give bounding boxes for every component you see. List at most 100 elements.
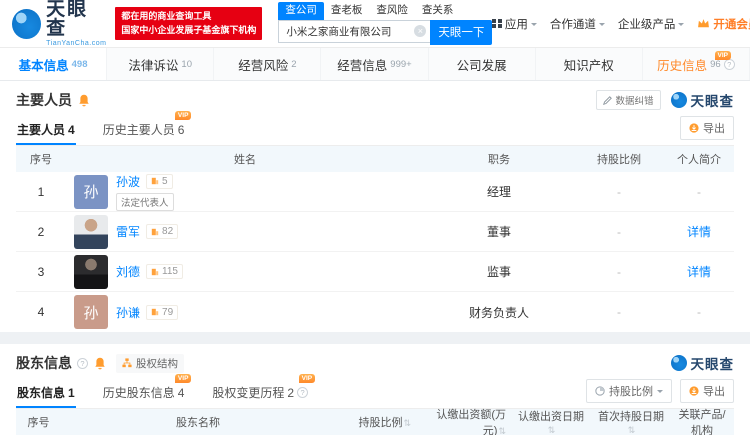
position-value: 监事 [486,265,511,279]
col-share-ratio: 持股比例 [597,154,641,166]
col-share-ratio[interactable]: 持股比例⇅ [335,414,415,430]
profile-detail-link[interactable]: 详情 [664,263,734,280]
sort-icon: ⇅ [547,425,556,435]
help-icon[interactable]: ? [77,357,88,369]
nav-open-vip[interactable]: 开通会员 [697,16,750,32]
nav-apps-label: 应用 [504,18,528,31]
header-nav: 应用 合作通道 企业级产品 开通会员 费米 [492,15,750,32]
col-label: 首次持股日期 [598,411,664,423]
nav-enterprise-products[interactable]: 企业级产品 [618,16,685,32]
nav-apps[interactable]: 应用 [492,16,537,32]
col-name: 姓名 [234,154,256,166]
tab-legal-litigation[interactable]: 法律诉讼 10 [107,48,215,80]
tab-intellectual-property[interactable]: 知识产权 [536,48,643,80]
chevron-down-icon [530,22,537,29]
section-title-personnel: 主要人员 [16,92,72,108]
subtab-history-shareholders[interactable]: VIP 历史股东信息 4 [102,374,192,408]
search-input[interactable] [278,19,431,43]
subtab-label: 历史股东信息 [102,386,175,400]
ratio-value: - [617,305,621,319]
row-index: 3 [37,264,45,279]
search-area: 查公司 查老板 查风险 查关系 × 天眼一下 [278,2,493,45]
col-subscribed-amount[interactable]: 认缴出资额(万元)⇅ [415,406,510,435]
tab-operating-risk[interactable]: 经营风险 2 [214,48,322,80]
section-title-shareholders: 股东信息 [16,355,72,371]
slogan-line1: 都在用的商业查询工具 [121,11,212,21]
person-name-link[interactable]: 孙波 [116,173,140,190]
search-tab-company[interactable]: 查公司 [278,2,324,20]
avatar-photo[interactable] [74,214,108,249]
nav-cooperation[interactable]: 合作通道 [550,16,605,32]
table-row: 2 雷军 82 董事 - 详情 [16,212,734,252]
company-count-badge[interactable]: 82 [146,224,179,239]
search-tab-risk[interactable]: 查风险 [369,2,415,20]
subtab-equity-changes[interactable]: VIP 股权变更历程 2 ? [211,374,316,408]
shareholder-table-header: 序号 股东名称 持股比例⇅ 认缴出资额(万元)⇅ 认缴出资日期⇅ 首次持股日期⇅… [16,409,734,435]
monitor-bell-icon[interactable] [78,94,90,107]
table-row: 4 孙 孙谦 79 财务负责人 - - [16,292,734,332]
subtab-current-shareholders[interactable]: 股东信息 1 [16,380,76,408]
ratio-value: - [617,264,621,279]
avatar[interactable]: 孙 [74,174,108,209]
tab-operating-info[interactable]: 经营信息 999+ [321,48,429,80]
data-correction-button[interactable]: 数据纠错 [596,90,661,110]
row-index: 1 [37,184,45,199]
tab-count: 2 [291,59,297,70]
search-button[interactable]: 天眼一下 [430,19,493,45]
tab-history-info[interactable]: VIP 历史信息 96 ? [643,48,750,80]
tab-basic-info[interactable]: 基本信息 498 [0,48,108,80]
apps-grid-icon [492,18,502,29]
company-count: 79 [162,306,174,318]
pie-chart-icon [595,386,605,396]
subtab-current-personnel[interactable]: 主要人员 4 [16,117,76,145]
subtab-count: 6 [177,122,185,137]
tab-count: 10 [181,59,192,70]
tab-label: 经营信息 [337,58,388,73]
sort-icon: ⇅ [627,425,636,435]
nav-open-vip-label: 开通会员 [713,18,750,31]
ratio-filter-label: 持股比例 [609,386,653,398]
monitor-bell-icon[interactable] [94,357,106,370]
search-tab-relation[interactable]: 查关系 [415,2,461,20]
col-subscribed-date[interactable]: 认缴出资日期 ⇅ [510,408,592,435]
ratio-filter-button[interactable]: 持股比例 [586,379,672,403]
export-button[interactable]: 导出 [680,116,734,140]
subtab-count: 1 [68,385,75,400]
equity-structure-link[interactable]: 股权结构 [116,353,184,373]
watermark-text: 天眼查 [690,94,734,109]
vip-badge: VIP [714,51,731,60]
position-value: 经理 [486,185,511,199]
export-button[interactable]: 导出 [680,379,734,403]
col-position: 职务 [488,154,510,166]
subtab-count: 4 [177,385,185,400]
tab-count: 498 [71,59,88,70]
avatar[interactable]: 孙 [74,295,108,329]
tab-company-development[interactable]: 公司发展 [429,48,536,80]
clear-icon[interactable]: × [414,24,427,37]
company-count-badge[interactable]: 79 [146,304,179,320]
search-tab-boss[interactable]: 查老板 [324,2,370,20]
person-name-link[interactable]: 雷军 [116,223,140,240]
col-related-products: 关联产品/机构 [678,409,726,435]
tab-label: 基本信息 [18,58,69,73]
nav-enterprise-label: 企业级产品 [617,18,676,31]
avatar-photo[interactable] [74,254,108,289]
equity-structure-label: 股权结构 [136,357,178,370]
help-icon[interactable]: ? [723,58,735,70]
person-name-link[interactable]: 刘德 [116,263,140,280]
profile-value: - [697,305,701,319]
help-icon[interactable]: ? [297,387,309,398]
company-count-badge[interactable]: 5 [146,173,173,189]
chevron-down-icon [598,22,605,29]
tianyancha-logo[interactable]: 天眼查 TianYanCha.com [12,0,107,47]
person-name-link[interactable]: 孙谦 [116,304,140,321]
export-icon [689,386,699,396]
company-count-badge[interactable]: 115 [146,264,183,279]
building-icon [151,228,159,235]
logo-title: 天眼查 [46,0,89,39]
subtab-history-personnel[interactable]: VIP 历史主要人员 6 [102,111,192,145]
top-header: 天眼查 TianYanCha.com 都在用的商业查询工具 国家中小企业发展子基… [0,0,750,48]
profile-detail-link[interactable]: 详情 [664,223,734,240]
col-first-hold-date[interactable]: 首次持股日期 ⇅ [592,408,670,435]
tab-count: 999+ [390,59,412,70]
